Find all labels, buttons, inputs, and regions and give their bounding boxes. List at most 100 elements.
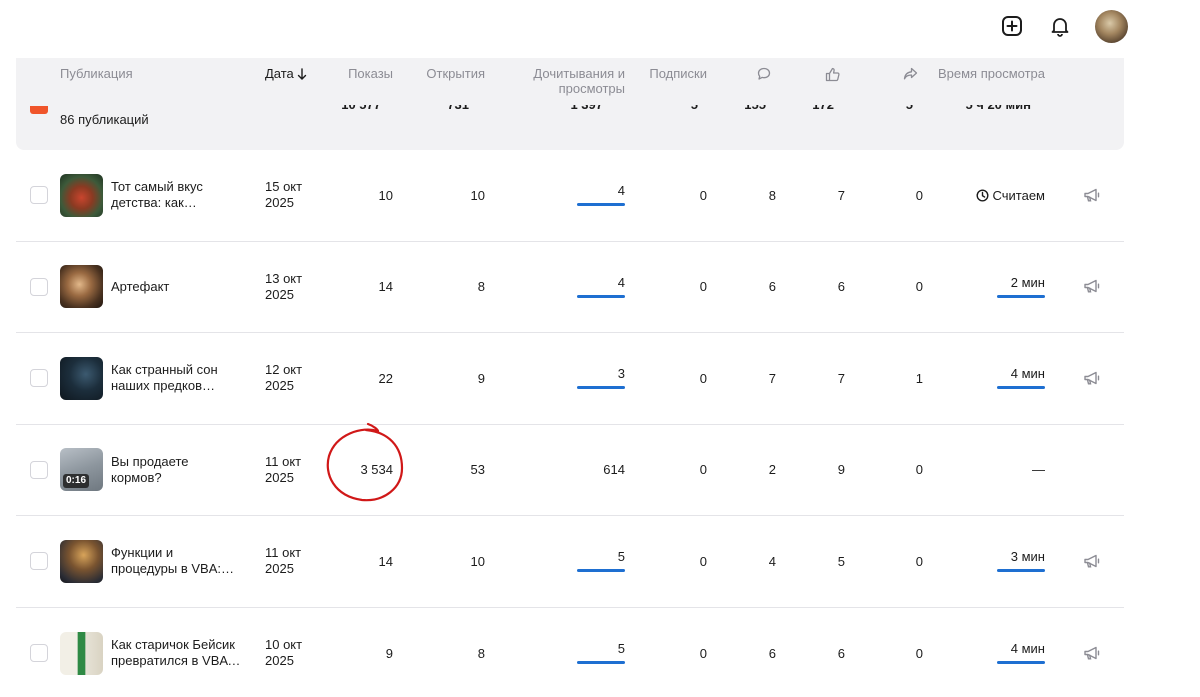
comments-value: 6 bbox=[768, 645, 776, 661]
publication-thumbnail bbox=[60, 631, 103, 675]
publication-date: 13 окт 2025 bbox=[265, 270, 303, 302]
add-square-icon[interactable] bbox=[999, 13, 1025, 39]
publication-thumbnail bbox=[60, 539, 103, 583]
publication-thumbnail bbox=[60, 265, 103, 309]
megaphone-icon bbox=[1084, 646, 1100, 660]
watch-time-value: 4 мин bbox=[1010, 641, 1045, 657]
publication-cell[interactable]: 0:16 Вы продаете кормов? bbox=[44, 448, 248, 492]
publication-title[interactable]: Функции и процедуры в VBA:… bbox=[111, 545, 241, 577]
reads-bar bbox=[577, 203, 625, 207]
comments-value: 8 bbox=[768, 187, 776, 203]
comments-value: 2 bbox=[768, 462, 776, 478]
subscriptions-value: 0 bbox=[699, 370, 707, 386]
reads-value: 3 bbox=[617, 366, 625, 382]
publication-cell[interactable]: Как странный сон наших предков пом… bbox=[44, 356, 248, 400]
subscriptions-value: 0 bbox=[699, 462, 707, 478]
publication-cell[interactable]: Функции и процедуры в VBA:… bbox=[44, 539, 248, 583]
promote-button[interactable] bbox=[1045, 370, 1124, 387]
publication-title[interactable]: Вы продаете кормов? bbox=[111, 454, 241, 486]
reads-bar bbox=[577, 569, 625, 573]
column-date[interactable]: Дата bbox=[248, 66, 333, 81]
promote-button[interactable] bbox=[1045, 553, 1124, 570]
reads-cell: 3 bbox=[485, 366, 625, 390]
total-likes: 172 bbox=[812, 97, 834, 112]
reads-value: 614 bbox=[603, 462, 625, 478]
megaphone-icon bbox=[1084, 371, 1100, 385]
watch-time-bar bbox=[997, 569, 1045, 573]
promote-button[interactable] bbox=[1045, 645, 1124, 662]
reads-value: 4 bbox=[617, 274, 625, 290]
megaphone-icon bbox=[1084, 280, 1100, 293]
publication-date: 10 окт 2025 bbox=[265, 637, 303, 669]
clock-icon bbox=[976, 189, 989, 202]
column-watch-time[interactable]: Время просмотра bbox=[923, 66, 1045, 81]
publication-cell[interactable]: Тот самый вкус детства: как пожари… bbox=[44, 173, 248, 217]
column-comments[interactable] bbox=[707, 66, 776, 82]
total-opens: 731 bbox=[447, 97, 469, 112]
opens-value: 10 bbox=[470, 187, 485, 203]
publications-count: 86 публикаций bbox=[60, 112, 149, 127]
impressions-value: 14 bbox=[378, 279, 393, 295]
impressions-value: 9 bbox=[385, 645, 393, 661]
promote-button[interactable] bbox=[1045, 278, 1124, 295]
reads-value: 5 bbox=[617, 549, 625, 565]
shares-value: 0 bbox=[915, 645, 923, 661]
column-date-label: Дата bbox=[265, 66, 294, 81]
totals-row: 10 577 731 1 397 5 155 172 5 5 ч 20 мин bbox=[16, 98, 1124, 112]
column-likes[interactable] bbox=[776, 66, 845, 83]
publication-title[interactable]: Артефакт bbox=[111, 279, 241, 295]
publication-title[interactable]: Как странный сон наших предков пом… bbox=[111, 362, 241, 394]
table-row[interactable]: Тот самый вкус детства: как пожари… 15 о… bbox=[16, 150, 1124, 242]
top-bar bbox=[999, 8, 1128, 44]
bell-icon[interactable] bbox=[1047, 13, 1073, 39]
reads-value: 4 bbox=[617, 183, 625, 199]
megaphone-icon bbox=[1084, 188, 1100, 202]
table-row[interactable]: Как старичок Бейсик превратился в VBA … … bbox=[16, 608, 1124, 697]
opens-value: 53 bbox=[470, 462, 485, 478]
publications-table: Публикация Дата Показы Открытия Дочитыва… bbox=[16, 58, 1124, 697]
video-duration-badge: 0:16 bbox=[63, 474, 90, 489]
impressions-value: 14 bbox=[378, 553, 393, 569]
comments-value: 4 bbox=[768, 553, 776, 569]
arrow-down-icon bbox=[297, 67, 306, 80]
total-comments: 155 bbox=[744, 97, 766, 112]
publication-title[interactable]: Как старичок Бейсик превратился в VBA … bbox=[111, 637, 241, 669]
impressions-value: 22 bbox=[378, 370, 393, 386]
table-header: Публикация Дата Показы Открытия Дочитыва… bbox=[16, 58, 1124, 150]
publication-date: 11 окт 2025 bbox=[265, 453, 302, 485]
impressions-value: 10 bbox=[378, 187, 393, 203]
publication-date: 15 окт 2025 bbox=[265, 179, 303, 211]
avatar[interactable] bbox=[1095, 9, 1128, 43]
watch-time-value: — bbox=[1032, 462, 1045, 478]
column-subscriptions[interactable]: Подписки bbox=[625, 66, 707, 81]
publication-date: 12 окт 2025 bbox=[265, 362, 303, 394]
column-publication[interactable]: Публикация bbox=[44, 66, 248, 81]
publication-cell[interactable]: Как старичок Бейсик превратился в VBA … bbox=[44, 631, 248, 675]
table-row[interactable]: 0:16 Вы продаете кормов? 11 окт 2025 3 5… bbox=[16, 425, 1124, 516]
comments-value: 7 bbox=[768, 370, 776, 386]
opens-value: 9 bbox=[477, 370, 485, 386]
publication-thumbnail: 0:16 bbox=[60, 448, 103, 492]
shares-value: 1 bbox=[915, 370, 923, 386]
share-icon bbox=[903, 67, 918, 80]
column-reads[interactable]: Дочитывания и просмотры bbox=[485, 66, 625, 96]
table-row[interactable]: Функции и процедуры в VBA:… 11 окт 2025 … bbox=[16, 516, 1124, 608]
watch-time-cell: 3 мин bbox=[923, 550, 1045, 573]
column-opens[interactable]: Открытия bbox=[393, 66, 485, 81]
watch-time-bar bbox=[997, 386, 1045, 390]
opens-value: 10 bbox=[470, 553, 485, 569]
column-impressions[interactable]: Показы bbox=[333, 66, 393, 81]
watch-time-value: 4 мин bbox=[1010, 366, 1045, 382]
total-shares: 5 bbox=[905, 97, 913, 112]
promote-button[interactable] bbox=[1045, 187, 1124, 204]
reads-bar bbox=[577, 661, 625, 665]
total-reads: 1 397 bbox=[570, 97, 603, 112]
table-row[interactable]: Артефакт 13 окт 2025 14 8 4 0 6 6 0 2 ми… bbox=[16, 242, 1124, 333]
column-shares[interactable] bbox=[845, 66, 923, 82]
total-impressions: 10 577 bbox=[341, 97, 381, 112]
publication-title[interactable]: Тот самый вкус детства: как пожари… bbox=[111, 179, 241, 211]
opens-value: 8 bbox=[477, 279, 485, 295]
publication-cell[interactable]: Артефакт bbox=[44, 265, 248, 309]
likes-value: 6 bbox=[837, 645, 845, 661]
table-row[interactable]: Как странный сон наших предков пом… 12 о… bbox=[16, 333, 1124, 425]
